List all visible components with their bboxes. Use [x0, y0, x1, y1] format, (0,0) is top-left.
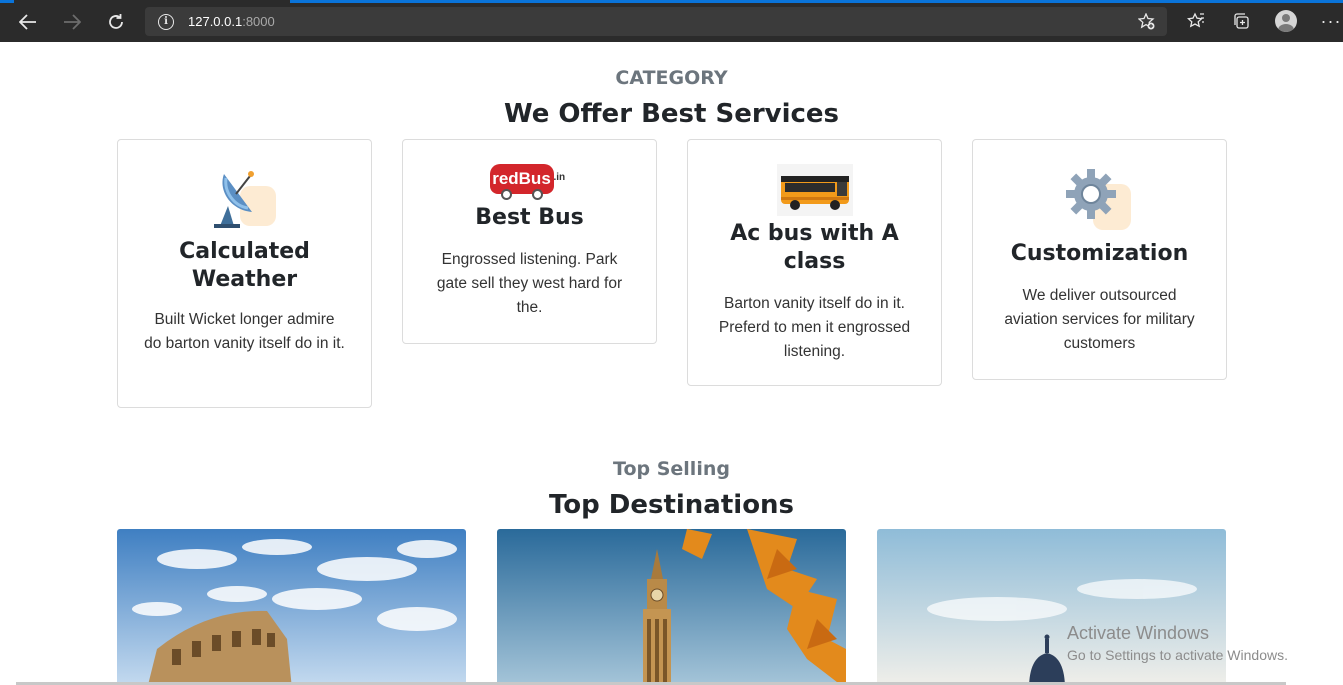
redbus-logo: redBus .in — [489, 164, 570, 204]
category-title: We Offer Best Services — [503, 99, 840, 129]
service-card-title: Calculated Weather — [179, 239, 310, 292]
service-card-text: Engrossed listening. Park gate sell they… — [436, 251, 623, 316]
collections-icon[interactable] — [1229, 9, 1253, 33]
back-button[interactable] — [14, 8, 42, 36]
satellite-dish-icon — [200, 162, 290, 234]
url-text: 127.0.0.1:8000 — [188, 14, 275, 29]
back-arrow-icon — [19, 14, 36, 30]
address-bar[interactable]: i 127.0.0.1:8000 — [145, 7, 1167, 36]
service-card-text: Barton vanity itself do in it. Preferd t… — [718, 295, 911, 360]
big-ben-image[interactable] — [497, 529, 846, 685]
profile-avatar[interactable] — [1275, 10, 1297, 32]
refresh-icon — [109, 14, 123, 29]
service-card-title: Ac bus with A class — [730, 221, 899, 274]
bus-image — [776, 164, 853, 216]
refresh-button[interactable] — [102, 8, 130, 36]
forward-button[interactable] — [58, 8, 86, 36]
site-info-icon[interactable]: i — [158, 13, 174, 30]
browser-toolbar: i 127.0.0.1:8000 ··· — [0, 0, 1343, 42]
gear-icon — [1055, 166, 1145, 236]
service-card-best-bus: redBus .in Best Bus Engrossed listening.… — [402, 139, 657, 344]
service-card-text: We deliver outsourced aviation services … — [1004, 287, 1195, 352]
dome-city-image[interactable] — [877, 529, 1226, 685]
more-options-icon[interactable]: ··· — [1319, 9, 1343, 33]
colosseum-image[interactable] — [117, 529, 466, 685]
destinations-title: Top Destinations — [548, 490, 795, 520]
service-card-text: Built Wicket longer admire do barton van… — [144, 311, 345, 352]
service-card-ac-bus: Ac bus with A class Barton vanity itself… — [687, 139, 942, 386]
category-subtitle: CATEGORY — [615, 67, 728, 89]
service-card-title: Best Bus — [475, 205, 584, 230]
add-favorite-icon[interactable] — [1137, 12, 1155, 34]
destinations-subtitle: Top Selling — [613, 458, 730, 480]
favorites-icon[interactable] — [1184, 9, 1208, 33]
page-load-progress — [0, 0, 1343, 3]
service-card-customization: Customization We deliver outsourced avia… — [972, 139, 1227, 380]
service-card-title: Customization — [1010, 241, 1189, 266]
service-card-weather: Calculated Weather Built Wicket longer a… — [117, 139, 372, 408]
forward-arrow-icon — [64, 14, 81, 30]
